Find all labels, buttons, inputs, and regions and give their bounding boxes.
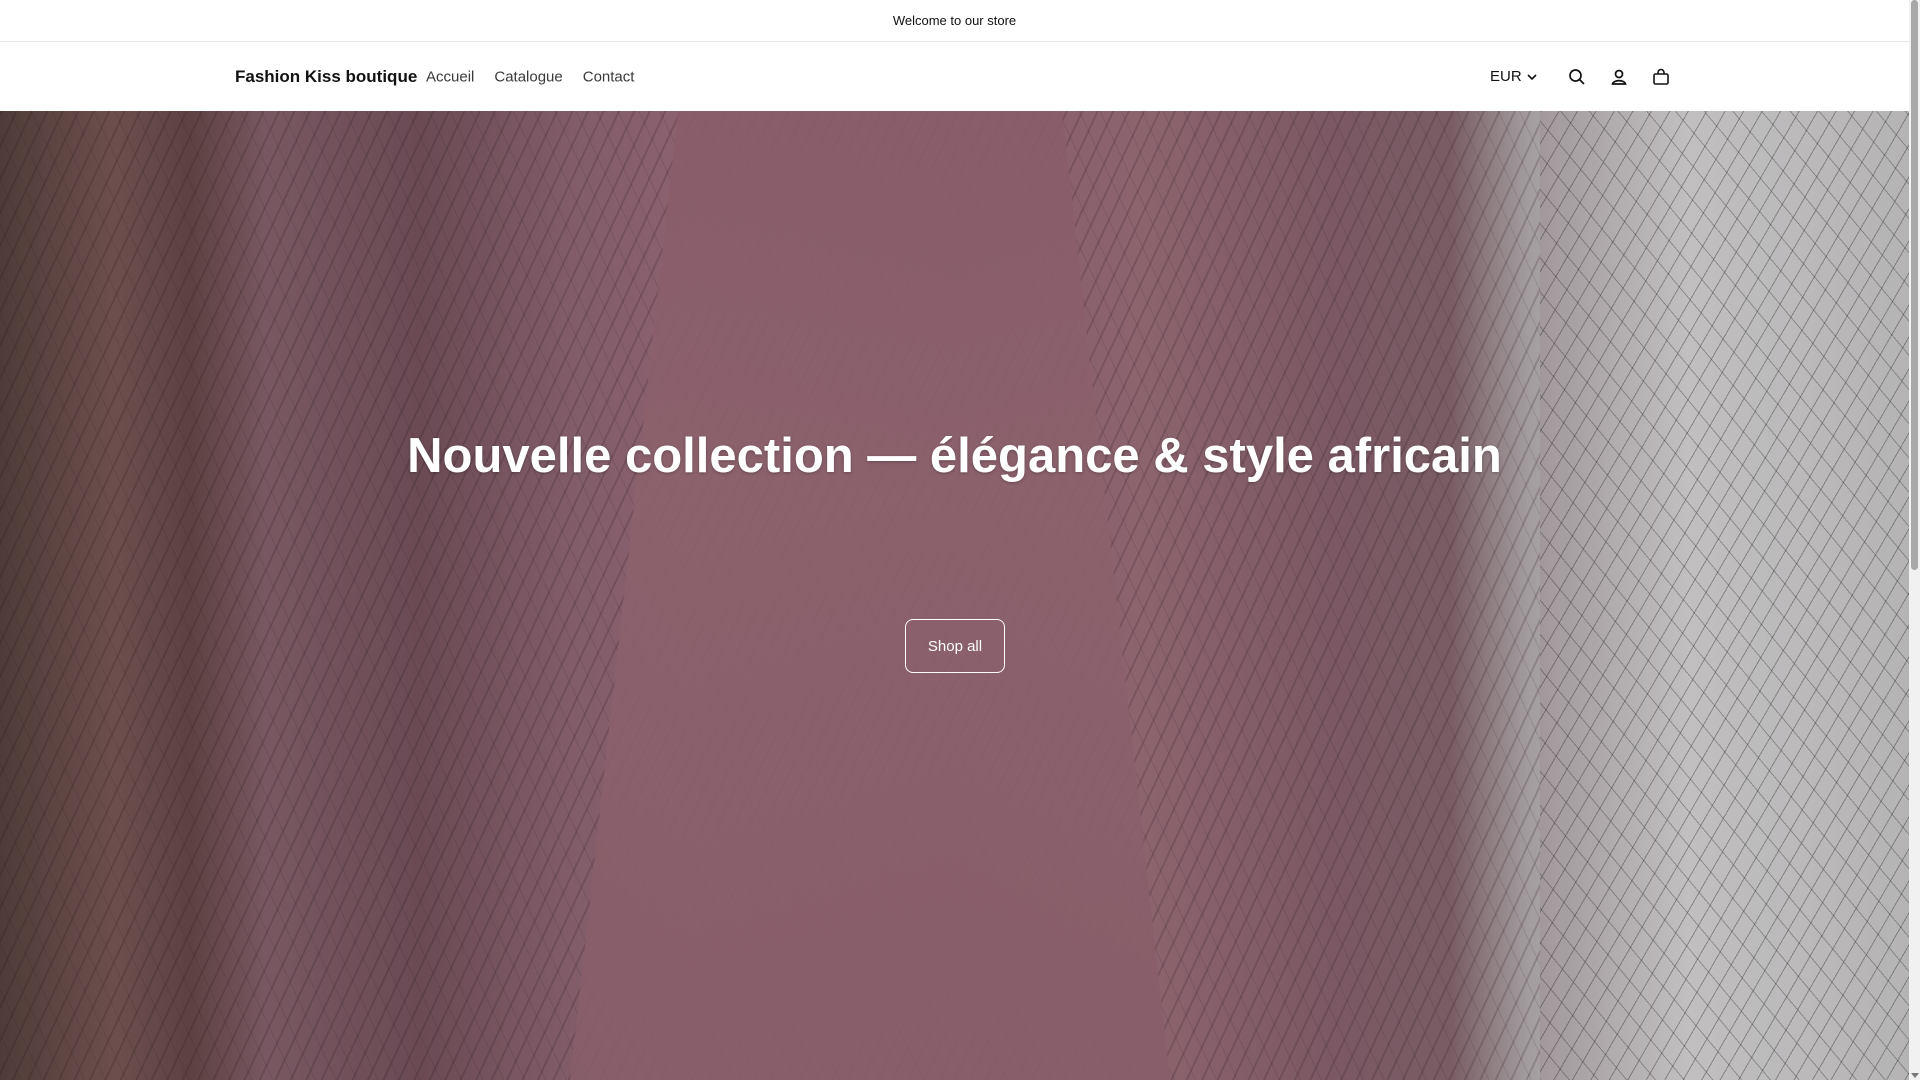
search-icon — [1568, 68, 1585, 85]
announcement-text: Welcome to our store — [892, 13, 1017, 28]
cart-icon — [1652, 68, 1669, 85]
hero-banner — [0, 111, 1909, 1080]
scroll-down-arrow-icon[interactable] — [1911, 1073, 1919, 1078]
header-tools: EUR — [1490, 42, 1682, 111]
chevron-down-icon — [1527, 73, 1537, 80]
announcement-bar: Welcome to our store — [0, 0, 1909, 42]
site-header: Fashion Kiss boutique Accueil Catalogue … — [0, 42, 1909, 111]
currency-label: EUR — [1490, 68, 1522, 85]
hero-overlay — [0, 111, 1909, 1080]
cart-button[interactable] — [1640, 56, 1682, 98]
nav-item-accueil[interactable]: Accueil — [426, 68, 474, 85]
shop-all-button[interactable]: Shop all — [905, 619, 1005, 673]
nav-item-catalogue[interactable]: Catalogue — [494, 68, 562, 85]
main-nav: Accueil Catalogue Contact — [426, 68, 634, 85]
scrollbar-thumb[interactable] — [1911, 0, 1918, 570]
page-scrollbar[interactable] — [1909, 0, 1920, 1080]
account-icon — [1611, 69, 1627, 85]
account-button[interactable] — [1598, 56, 1640, 98]
hero-title: Nouvelle collection — élégance & style a… — [407, 429, 1502, 483]
search-button[interactable] — [1556, 56, 1598, 98]
nav-item-contact[interactable]: Contact — [583, 68, 635, 85]
currency-selector[interactable]: EUR — [1490, 68, 1538, 85]
store-logo[interactable]: Fashion Kiss boutique — [235, 67, 417, 87]
